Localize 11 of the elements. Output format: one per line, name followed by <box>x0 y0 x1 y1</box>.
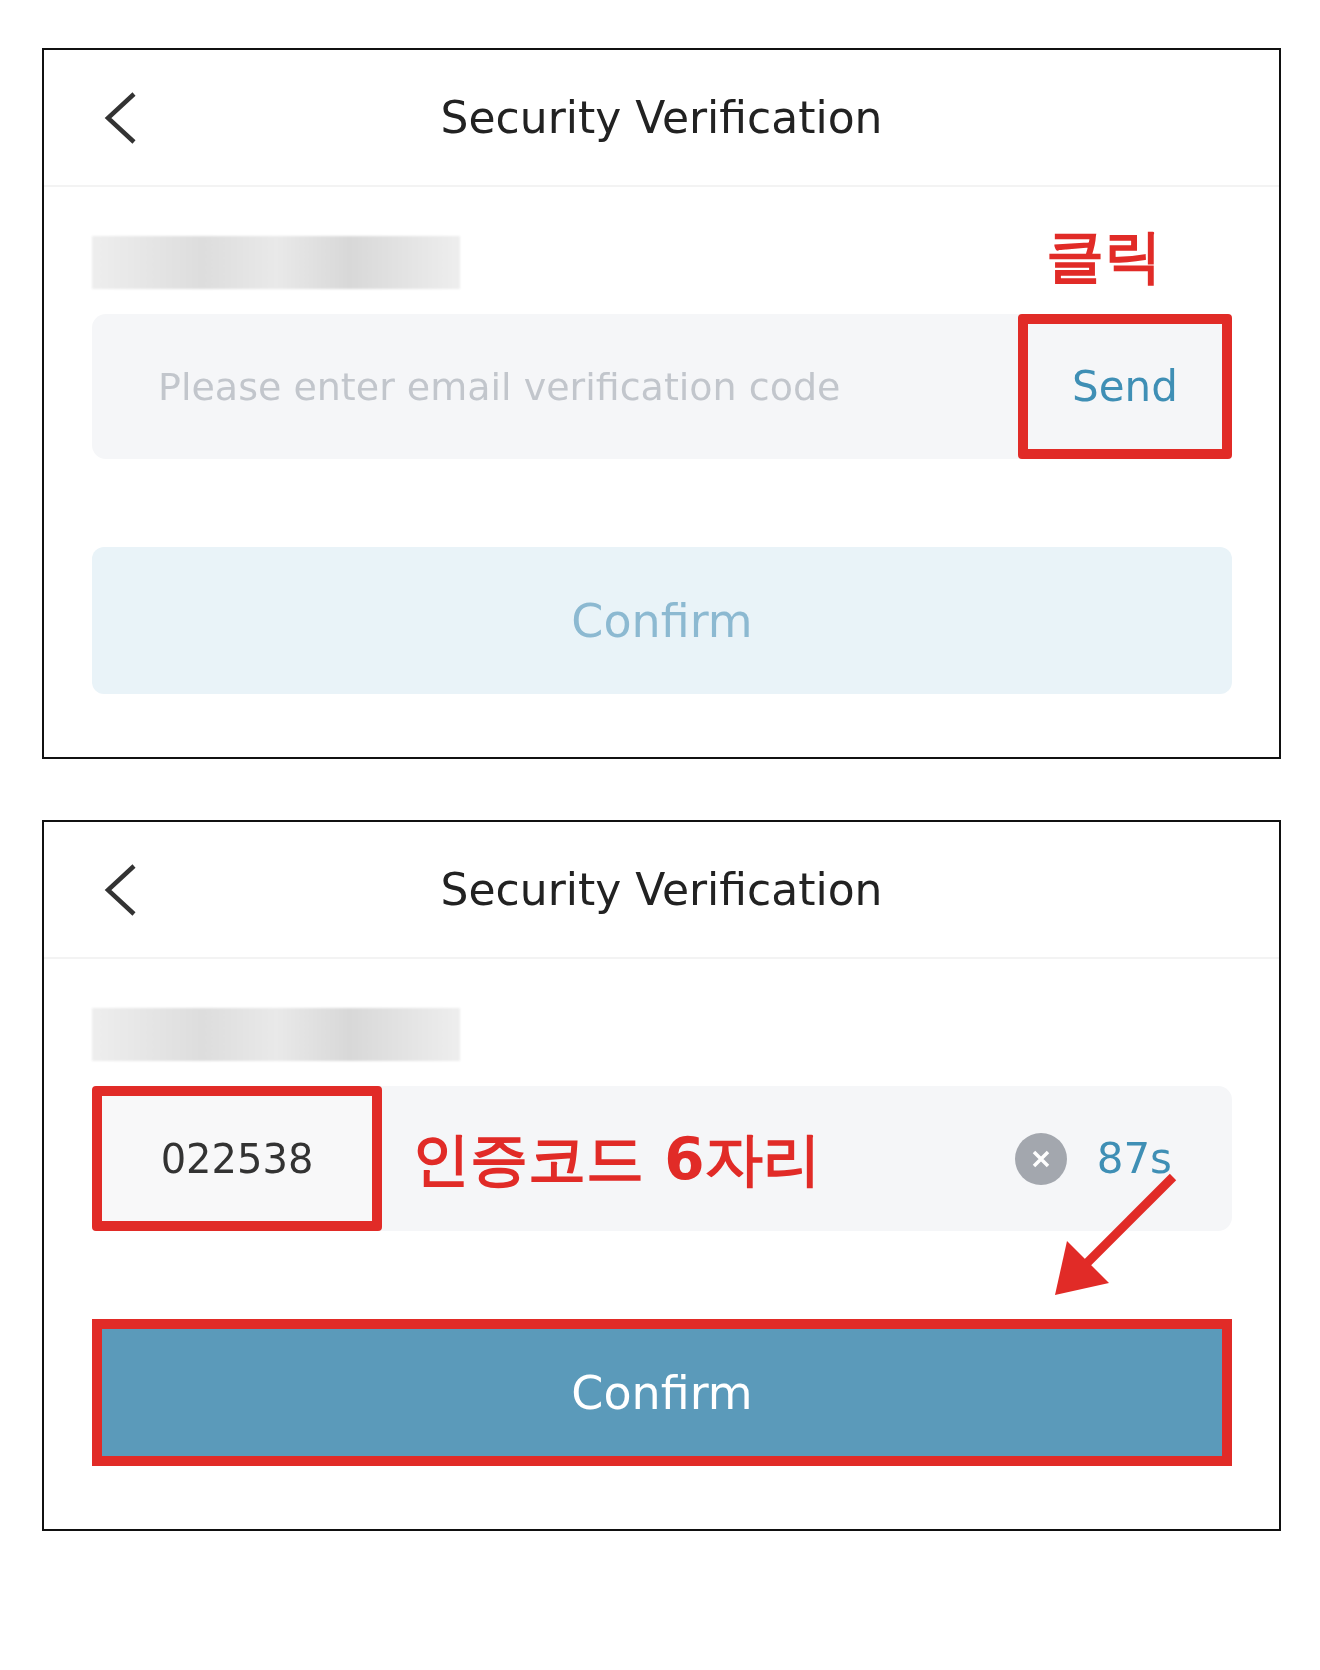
code-value: 022538 <box>92 1086 382 1231</box>
confirm-button[interactable]: Confirm <box>92 1319 1232 1466</box>
annotation-text: 인증코드 6자리 <box>412 1129 821 1188</box>
annotation-text: 클릭 <box>1046 227 1162 285</box>
countdown-timer: 87s <box>1096 1133 1173 1185</box>
send-link[interactable]: Send <box>1018 314 1232 459</box>
code-field[interactable]: 022538 인증코드 6자리 87s <box>92 1086 1232 1231</box>
back-icon[interactable] <box>102 90 138 146</box>
back-icon[interactable] <box>102 862 138 918</box>
screen-title: Security Verification <box>440 864 883 915</box>
screen-title: Security Verification <box>440 92 883 143</box>
